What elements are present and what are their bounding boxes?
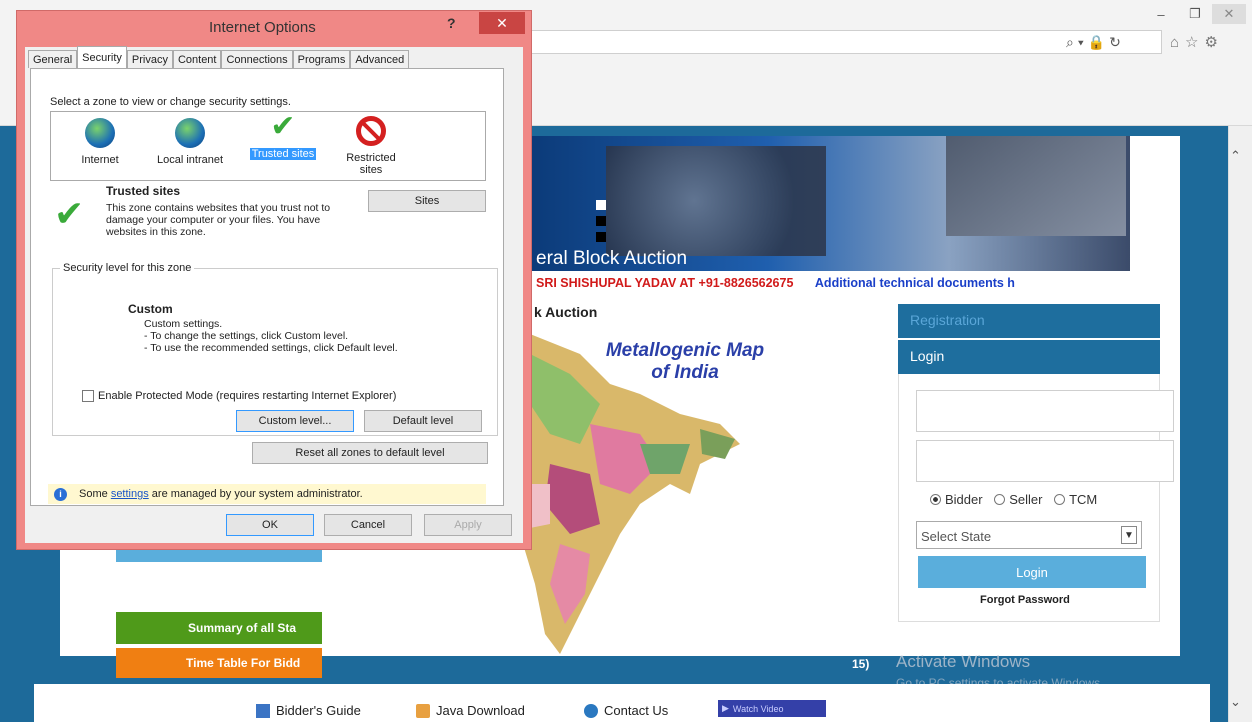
marquee-docs[interactable]: Additional technical documents h — [815, 276, 1015, 290]
contact-us-label: Contact Us — [604, 703, 669, 718]
chevron-down-icon[interactable]: ▼ — [1121, 526, 1137, 544]
activate-windows-title: Activate Windows — [896, 652, 1031, 671]
java-download-link[interactable]: Java Download — [416, 703, 525, 718]
custom-line1: Custom settings. — [144, 318, 223, 330]
radio-tcm[interactable]: TCM — [1054, 492, 1097, 507]
help-button[interactable]: ? — [447, 15, 456, 31]
browser-toolbar-icons[interactable]: ⌂☆⚙ — [1170, 33, 1224, 51]
checkmark-icon: ✔ — [270, 110, 296, 143]
custom-line2: - To change the settings, click Custom l… — [144, 330, 349, 342]
banner-title: eral Block Auction — [536, 248, 688, 269]
zone-prompt: Select a zone to view or change security… — [50, 96, 291, 108]
registration-tab[interactable]: Registration — [898, 304, 1160, 338]
ok-button[interactable]: OK — [226, 514, 314, 536]
bidders-guide-link[interactable]: Bidder's Guide — [256, 703, 361, 718]
cancel-button[interactable]: Cancel — [324, 514, 412, 536]
slider-dots[interactable] — [596, 200, 606, 248]
play-icon: ▶ — [722, 703, 729, 713]
login-button[interactable]: Login — [918, 556, 1146, 588]
admin-info-bar: i Some settings are managed by your syst… — [48, 484, 486, 504]
apply-button[interactable]: Apply — [424, 514, 512, 536]
custom-line3: - To use the recommended settings, click… — [144, 342, 398, 354]
map-title-line1: Metallogenic Map — [605, 340, 765, 361]
dialog-title: Internet Options — [209, 19, 316, 36]
trusted-description: This zone contains websites that you tru… — [106, 202, 331, 238]
username-input[interactable] — [916, 390, 1174, 432]
zone-trusted-label: Trusted sites — [249, 148, 317, 160]
zone-internet-label: Internet — [81, 154, 119, 166]
tab-privacy[interactable]: Privacy — [126, 50, 173, 68]
protected-mode-label: Enable Protected Mode (requires restarti… — [98, 390, 397, 402]
java-icon — [416, 703, 430, 718]
gavel-image — [946, 136, 1126, 236]
password-input[interactable] — [916, 440, 1174, 482]
zone-restricted-sites[interactable]: Restricted sites — [336, 116, 406, 176]
zone-internet[interactable]: Internet — [72, 118, 128, 166]
security-level-legend: Security level for this zone — [60, 262, 195, 274]
address-bar-icons[interactable]: ⌕▾🔒↻ — [1066, 34, 1125, 51]
watch-video-button[interactable]: ▶ Watch Video — [718, 700, 826, 717]
mineral-rock-image — [606, 146, 826, 256]
restricted-icon — [356, 116, 386, 146]
contact-icon — [584, 703, 598, 718]
restore-button[interactable]: ❐ — [1178, 4, 1212, 24]
scroll-down-icon[interactable]: ⌄ — [1230, 694, 1241, 710]
trusted-checkmark-icon: ✔ — [54, 193, 85, 234]
java-download-label: Java Download — [436, 703, 525, 718]
settings-link[interactable]: settings — [111, 488, 149, 500]
browser-toolbar — [526, 68, 1252, 124]
security-level-description: Custom settings. - To change the setting… — [144, 318, 398, 354]
timetable-button[interactable]: Time Table For Bidd — [116, 648, 322, 678]
reset-all-zones-button[interactable]: Reset all zones to default level — [252, 442, 488, 464]
radio-bidder[interactable]: Bidder — [930, 492, 983, 507]
forgot-password-link[interactable]: Forgot Password — [980, 594, 1070, 606]
radio-seller[interactable]: Seller — [994, 492, 1042, 507]
login-tab[interactable]: Login — [898, 340, 1160, 374]
news-marquee: SRI SHISHUPAL YADAV AT +91-8826562675 Ad… — [536, 276, 1015, 290]
globe-icon — [85, 118, 115, 148]
map-title: Metallogenic Map of India — [600, 340, 770, 384]
zone-restricted-label: Restricted sites — [346, 152, 396, 176]
watch-video-label: Watch Video — [732, 703, 784, 714]
role-radio-group: Bidder Seller TCM — [930, 492, 1105, 507]
custom-level-button[interactable]: Custom level... — [236, 410, 354, 432]
window-close-button[interactable]: ✕ — [1212, 4, 1246, 24]
security-level-title: Custom — [128, 302, 173, 316]
marquee-contact: SRI SHISHUPAL YADAV AT +91-8826562675 — [536, 276, 794, 290]
zone-intranet-label: Local intranet — [156, 154, 224, 166]
tab-programs[interactable]: Programs — [292, 50, 351, 68]
window-controls: – ❐ ✕ — [1144, 4, 1246, 24]
tab-advanced[interactable]: Advanced — [350, 50, 410, 68]
admin-info-text: Some settings are managed by your system… — [79, 488, 363, 500]
auction-heading: k Auction — [534, 304, 598, 320]
zone-local-intranet[interactable]: Local intranet — [146, 118, 234, 166]
dialog-close-button[interactable]: ✕ — [479, 12, 525, 34]
sites-button[interactable]: Sites — [368, 190, 486, 212]
scroll-up-icon[interactable]: ⌃ — [1230, 148, 1241, 164]
page-scrollbar[interactable] — [1228, 126, 1252, 722]
tab-connections[interactable]: Connections — [221, 50, 293, 68]
zone-trusted-sites[interactable]: ✔ Trusted sites — [240, 112, 326, 160]
protected-mode-checkbox[interactable] — [82, 390, 94, 402]
dialog-tabs: General Security Privacy Content Connect… — [28, 46, 410, 68]
minimize-button[interactable]: – — [1144, 4, 1178, 24]
map-title-line2: of India — [651, 362, 719, 383]
protected-mode-row[interactable]: Enable Protected Mode (requires restarti… — [82, 390, 396, 402]
contact-us-link[interactable]: Contact Us — [584, 703, 668, 718]
state-select[interactable]: Select State ▼ — [916, 521, 1142, 549]
info-icon: i — [54, 487, 67, 501]
intranet-icon — [175, 118, 205, 148]
default-level-button[interactable]: Default level — [364, 410, 482, 432]
tab-security[interactable]: Security — [77, 46, 127, 68]
state-select-value: Select State — [921, 529, 992, 544]
trusted-title: Trusted sites — [106, 184, 181, 198]
tab-content[interactable]: Content — [172, 50, 222, 68]
footer-note: 15) — [852, 657, 870, 671]
bidders-guide-label: Bidder's Guide — [276, 703, 361, 718]
document-icon — [256, 703, 270, 718]
summary-button[interactable]: Summary of all Sta — [116, 612, 322, 644]
tab-general[interactable]: General — [28, 50, 78, 68]
